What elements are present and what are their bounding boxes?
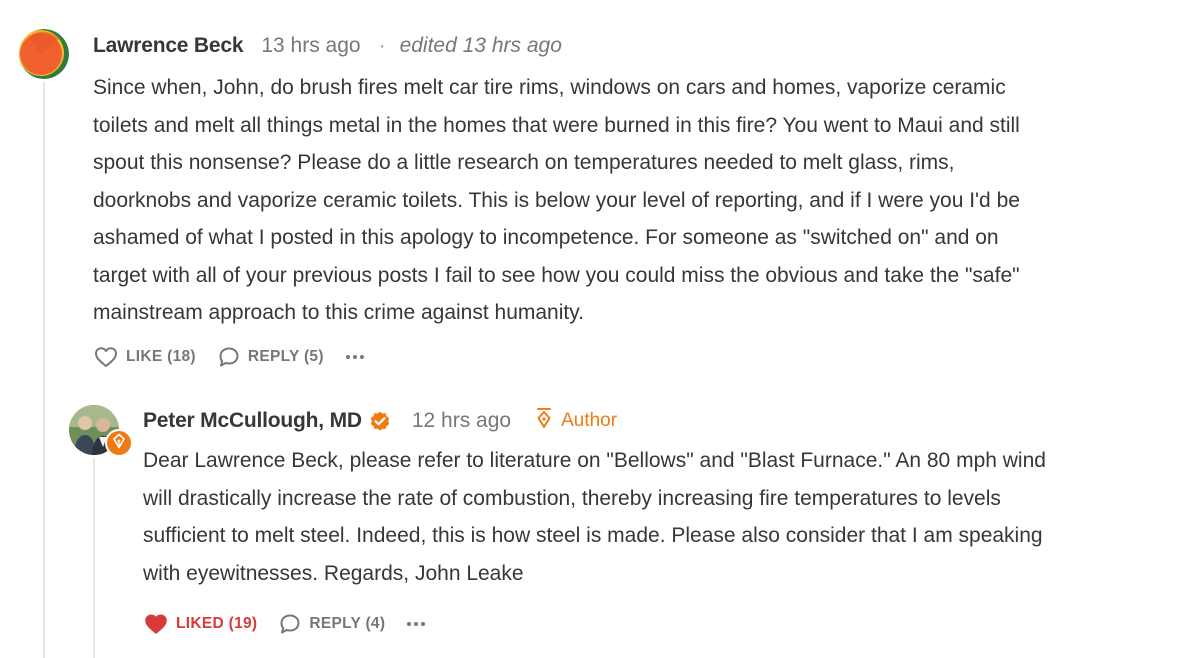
reply-body-line: Dear Lawrence Beck, please refer to lite… xyxy=(143,449,1046,472)
ellipsis-icon xyxy=(345,355,350,359)
comment-body-line: doorknobs and vaporize ceramic toilets. … xyxy=(93,188,1020,212)
comment-body-line: Since when, John, do brush fires melt ca… xyxy=(93,76,1006,99)
comment-header: Lawrence Beck 13 hrs ago · edited 13 hrs… xyxy=(93,31,1163,61)
like-button[interactable]: LIKE (18) xyxy=(94,346,196,368)
verified-check-icon xyxy=(368,409,392,433)
reply-label: REPLY (4) xyxy=(309,615,386,632)
comment: Lawrence Beck 13 hrs ago · edited 13 hrs… xyxy=(93,31,1163,332)
heart-outline-icon xyxy=(94,346,118,368)
comment-body-line: ashamed of what I posted in this apology… xyxy=(93,226,999,249)
avatar[interactable] xyxy=(19,29,69,79)
comment-thread-line xyxy=(43,82,45,658)
fountain-pen-icon xyxy=(535,407,561,435)
reply-body-line: with eyewitnesses. Regards, John Leake xyxy=(143,561,524,585)
comment-body-line: target with all of your previous posts I… xyxy=(93,263,1020,287)
reply-header: Peter McCullough, MD 12 hrs ago Author xyxy=(143,406,1163,436)
reply-thread-line xyxy=(93,458,95,658)
edited-label: edited 13 hrs ago xyxy=(399,34,562,57)
timestamp[interactable]: 13 hrs ago xyxy=(261,34,360,58)
author-name[interactable]: Peter McCullough, MD xyxy=(143,409,362,433)
author-badge: Author xyxy=(535,407,617,435)
author-name[interactable]: Lawrence Beck xyxy=(93,34,244,58)
speech-bubble-icon xyxy=(279,613,301,635)
more-options-button[interactable] xyxy=(407,622,426,626)
author-badge-label: Author xyxy=(561,410,618,431)
reply-button[interactable]: REPLY (4) xyxy=(279,613,385,635)
comment-body-line: toilets and melt all things metal in the… xyxy=(93,113,1020,137)
reply-comment: Peter McCullough, MD 12 hrs ago Author D… xyxy=(143,406,1163,592)
reply-avatar-wrap[interactable] xyxy=(69,405,135,461)
author-pen-badge xyxy=(105,429,133,457)
like-label: LIKE (18) xyxy=(126,348,196,365)
reply-label: REPLY (5) xyxy=(247,348,324,365)
separator-dot: · xyxy=(378,34,386,57)
reply-body-line: sufficient to melt steel. Indeed, this i… xyxy=(143,524,1043,547)
reply-body-line: will drastically increase the rate of co… xyxy=(143,486,1001,510)
timestamp[interactable]: 12 hrs ago xyxy=(412,409,511,433)
ellipsis-icon xyxy=(407,622,412,626)
like-label: LIKED (19) xyxy=(176,615,258,632)
more-options-button[interactable] xyxy=(345,355,364,359)
comment-body-line: spout this nonsense? Please do a little … xyxy=(93,151,955,174)
reply-actions: LIKED (19) REPLY (4) xyxy=(144,611,426,637)
reply-body: Dear Lawrence Beck, please refer to lite… xyxy=(143,442,1163,592)
reply-button[interactable]: REPLY (5) xyxy=(218,346,324,368)
comment-body: Since when, John, do brush fires melt ca… xyxy=(93,69,1163,332)
heart-filled-icon xyxy=(144,613,168,635)
like-button[interactable]: LIKED (19) xyxy=(144,613,257,635)
comment-body-line: mainstream approach to this crime agains… xyxy=(93,301,584,324)
comment-actions: LIKE (18) REPLY (5) xyxy=(94,344,364,370)
speech-bubble-icon xyxy=(218,346,240,368)
fountain-pen-icon xyxy=(111,433,127,454)
